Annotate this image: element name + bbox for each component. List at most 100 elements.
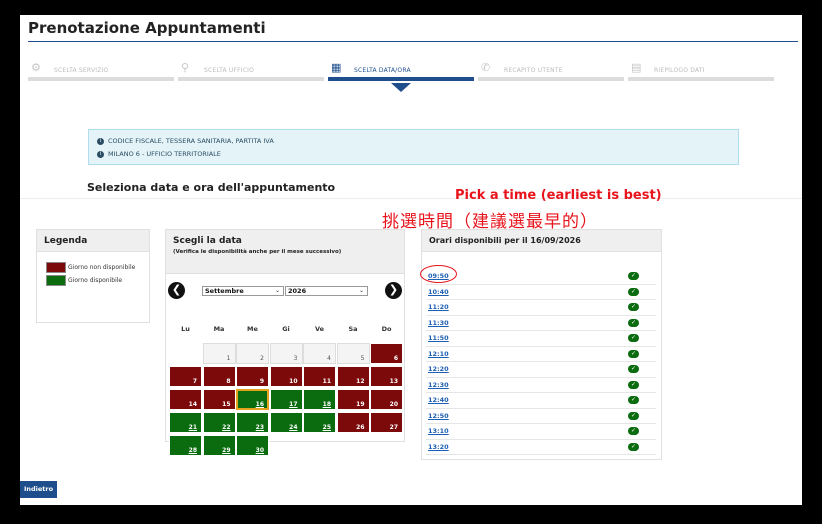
calendar-day: 3 [269, 343, 303, 364]
calendar-day: 2 [236, 343, 269, 364]
step-2: ⚲ SCELTA UFFICIO [178, 59, 324, 81]
time-slot-link[interactable]: 12:40 [428, 396, 449, 404]
section-divider [20, 198, 802, 199]
time-slot-link[interactable]: 12:20 [428, 365, 449, 373]
time-slot-link[interactable]: 12:50 [428, 412, 449, 420]
legend-item-available: Giorno disponibile [46, 275, 122, 286]
time-slots-panel: Orari disponibili per il 16/09/2026 09:5… [421, 229, 662, 460]
legend-swatch [46, 262, 66, 273]
time-slot-row: 11:30 ✓ [426, 316, 656, 331]
time-slot-row: 11:50 ✓ [426, 331, 656, 347]
time-slot-link[interactable]: 11:50 [428, 334, 449, 342]
check-icon: ✓ [628, 365, 639, 373]
legend-item-unavailable: Giorno non disponibile [46, 262, 135, 273]
time-slot-row: 10:40 ✓ [426, 285, 656, 300]
arrow-left-icon[interactable]: ❮ [168, 282, 185, 299]
summary-service: i CODICE FISCALE, TESSERA SANITARIA, PART… [97, 136, 274, 146]
calendar-day-available[interactable]: 25 [303, 412, 336, 433]
step-label: RECAPITO UTENTE [504, 67, 563, 74]
check-icon: ✓ [628, 442, 639, 451]
calendar-subtitle: (Verifica le disponibilità anche per il … [173, 249, 342, 255]
time-slot-row: 12:50 ✓ [426, 409, 656, 424]
selection-summary: i CODICE FISCALE, TESSERA SANITARIA, PART… [88, 129, 739, 165]
weekday-header: Lu [181, 325, 190, 333]
phone-icon: ✆ [481, 61, 491, 74]
calendar-day-unavailable: 13 [370, 366, 403, 387]
weekday-header: Ve [314, 325, 325, 333]
check-icon: ✓ [628, 427, 639, 435]
calendar-day-unavailable: 9 [236, 366, 269, 387]
legend-panel: Legenda Giorno non disponibile Giorno di… [36, 229, 150, 323]
calendar-day-available[interactable]: 29 [202, 435, 236, 456]
legend-swatch [46, 275, 66, 286]
check-icon: ✓ [628, 272, 639, 280]
calendar-panel: Scegli la data (Verifica le disponibilit… [165, 229, 405, 456]
calendar-day-available[interactable]: 16 [236, 389, 269, 410]
calendar-day: 5 [336, 343, 370, 364]
arrow-right-icon[interactable]: ❯ [385, 282, 402, 299]
calendar-day-unavailable: 10 [269, 366, 303, 387]
check-icon: ✓ [628, 334, 639, 342]
time-slot-row: 13:20 ✓ [426, 440, 656, 455]
legend-title: Legenda [37, 230, 149, 252]
active-step-arrow [391, 83, 411, 92]
check-icon: ✓ [628, 349, 639, 358]
info-icon: i [97, 137, 104, 145]
step-1: ⚙ SCELTA SERVIZIO [28, 59, 174, 81]
section-title: Seleziona data e ora dell'appuntamento [87, 181, 336, 194]
calendar-header: Scegli la data (Verifica le disponibilit… [166, 230, 404, 274]
time-slot-link[interactable]: 12:30 [428, 381, 449, 389]
calendar-day-unavailable: 12 [336, 366, 370, 387]
time-slot-row: 12:30 ✓ [426, 378, 656, 393]
calendar-day-available[interactable]: 28 [169, 435, 202, 456]
time-slot-link[interactable]: 10:40 [428, 288, 449, 296]
step-label: RIEPILOGO DATI [654, 67, 705, 74]
calendar-day-available[interactable]: 18 [303, 389, 336, 410]
calendar-day-available[interactable]: 22 [202, 412, 236, 433]
time-slot-link[interactable]: 11:30 [428, 319, 449, 327]
time-slot-row: 11:20 ✓ [426, 300, 656, 316]
step-3: ▦ SCELTA DATA/ORA [328, 59, 474, 81]
step-label: SCELTA UFFICIO [204, 67, 255, 74]
calendar-day-unavailable: 20 [370, 389, 403, 410]
calendar-day-unavailable: 6 [370, 343, 403, 364]
calendar-day-available[interactable]: 30 [236, 435, 269, 456]
calendar-day-unavailable: 7 [169, 366, 202, 387]
check-icon: ✓ [628, 287, 639, 296]
check-icon: ✓ [628, 396, 639, 404]
calendar-day-unavailable: 8 [202, 366, 236, 387]
time-slot-link[interactable]: 13:20 [428, 443, 449, 451]
month-select[interactable]: Settembre ⌄ [202, 286, 284, 296]
summary-office: i MILANO 6 - UFFICIO TERRITORIALE [97, 149, 221, 159]
back-button[interactable]: Indietro [20, 481, 57, 498]
gears-icon: ⚙ [31, 61, 41, 74]
page: Prenotazione Appuntamenti ⚙ SCELTA SERVIZ… [20, 15, 802, 505]
calendar-day-unavailable: 14 [169, 389, 202, 410]
step-label: SCELTA SERVIZIO [54, 67, 109, 74]
time-slot-link[interactable]: 11:20 [428, 303, 449, 311]
calendar-icon: ▦ [331, 61, 342, 74]
weekday-header: Ma [213, 325, 225, 333]
weekday-header: Do [381, 325, 392, 333]
calendar-day-available[interactable]: 17 [269, 389, 303, 410]
info-icon: i [97, 150, 104, 158]
calendar-title: Scegli la data [173, 236, 242, 246]
title-divider [28, 41, 798, 42]
time-slot-link[interactable]: 12:10 [428, 350, 449, 358]
calendar-day-available[interactable]: 23 [236, 412, 269, 433]
year-select[interactable]: 2026 ⌄ [285, 286, 368, 296]
step-label: SCELTA DATA/ORA [354, 67, 411, 74]
time-slot-link[interactable]: 13:10 [428, 427, 449, 435]
page-title: Prenotazione Appuntamenti [28, 19, 266, 37]
check-icon: ✓ [628, 303, 639, 311]
calendar-day-unavailable: 26 [336, 412, 370, 433]
step-4: ✆ RECAPITO UTENTE [478, 59, 624, 81]
weekday-header: Sa [348, 325, 358, 333]
wizard-steps: ⚙ SCELTA SERVIZIO ⚲ SCELTA UFFICIO ▦ SCELTA D… [28, 59, 798, 85]
map-pin-icon: ⚲ [181, 61, 190, 74]
calendar-day-available[interactable]: 24 [269, 412, 303, 433]
step-5: ▤ RIEPILOGO DATI [628, 59, 774, 81]
time-slot-row: 12:10 ✓ [426, 347, 656, 362]
calendar-day-available[interactable]: 21 [169, 412, 202, 433]
check-icon: ✓ [628, 380, 639, 389]
